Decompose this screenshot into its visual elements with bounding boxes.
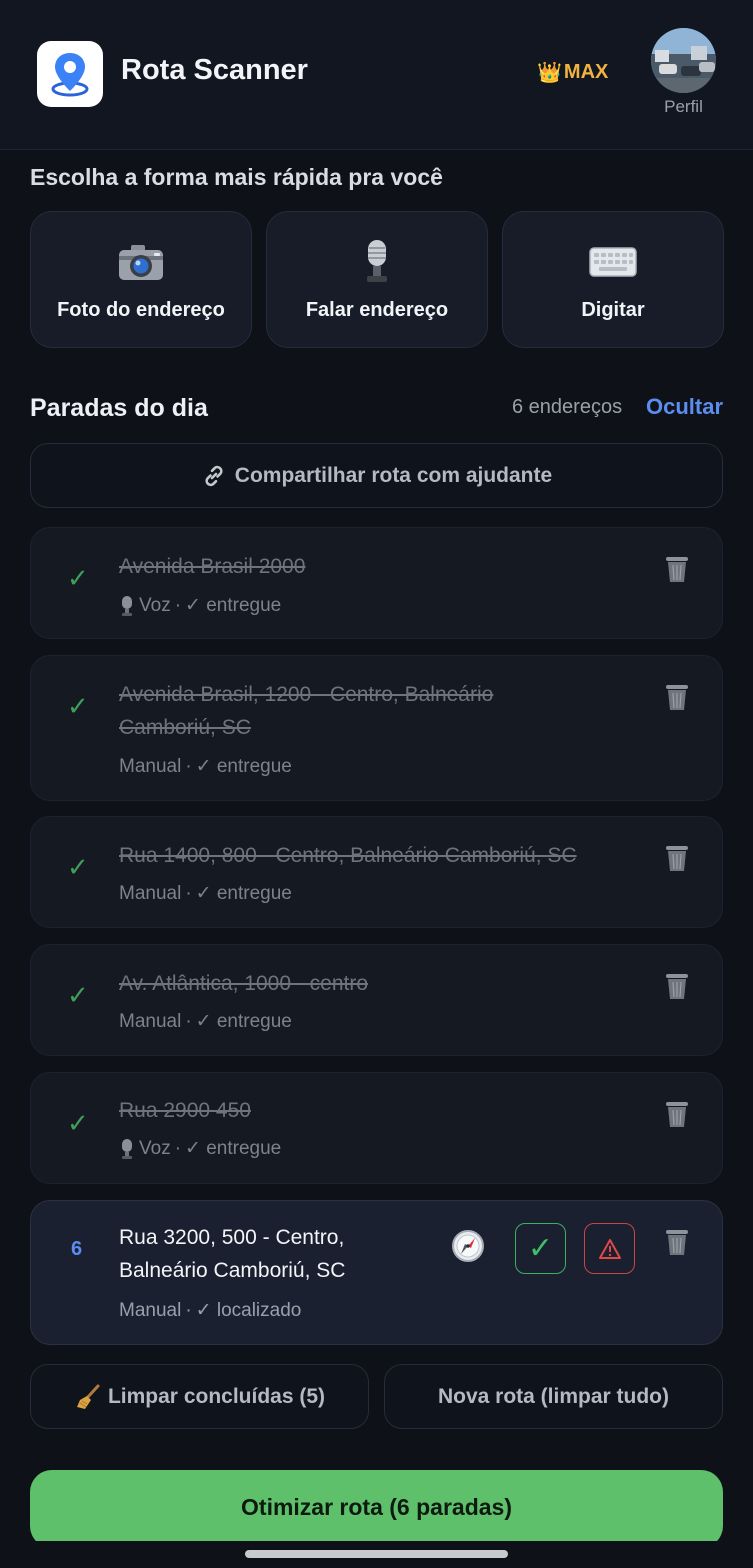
- photo-address-label: Foto do endereço: [57, 299, 225, 321]
- stops-count: 6 endereços: [512, 396, 623, 418]
- check-icon: ✓: [67, 980, 89, 1010]
- speak-address-label: Falar endereço: [305, 299, 449, 321]
- meta-separator: ·: [174, 1137, 182, 1159]
- stop-status: ✓ localizado: [195, 1300, 302, 1321]
- map-pin-logo-icon: [51, 53, 89, 97]
- new-route-label: Nova rota (limpar tudo): [437, 1384, 669, 1408]
- stop-card[interactable]: ✓ Rua 2900 450 Voz · ✓ entregue: [30, 1072, 723, 1184]
- microphone-icon: [122, 1138, 132, 1159]
- methods-section-title: Escolha a forma mais rápida pra você: [30, 164, 443, 190]
- photo-address-button[interactable]: Foto do endereço: [30, 211, 252, 348]
- stop-status: ✓ entregue: [195, 883, 292, 904]
- trash-icon[interactable]: [664, 554, 690, 584]
- trash-icon[interactable]: [664, 682, 690, 712]
- stop-address: Rua 1400, 800 - Centro, Balneário Cambor…: [119, 844, 577, 867]
- broom-icon: [76, 1384, 100, 1409]
- stops-title: Paradas do dia: [30, 394, 208, 422]
- speak-address-button[interactable]: Falar endereço: [266, 211, 488, 348]
- stop-status: ✓ entregue: [185, 595, 282, 616]
- plan-badge[interactable]: 👑 MAX: [537, 60, 608, 85]
- meta-separator: ·: [185, 882, 192, 904]
- meta-separator: ·: [185, 755, 192, 777]
- stop-status: ✓ entregue: [195, 1011, 292, 1032]
- crown-icon: 👑: [537, 62, 562, 84]
- optimize-route-button[interactable]: Otimizar rota (6 paradas): [30, 1470, 723, 1548]
- trash-icon[interactable]: [664, 1227, 690, 1257]
- check-icon: ✓: [527, 1232, 554, 1265]
- stop-number: 6: [71, 1238, 83, 1260]
- microphone-icon: [122, 595, 132, 616]
- profile-label[interactable]: Perfil: [651, 97, 716, 117]
- clear-completed-button[interactable]: Limpar concluídas (5): [30, 1364, 369, 1429]
- stop-card[interactable]: ✓ Avenida Brasil, 1200 - Centro, Balneár…: [30, 655, 723, 801]
- check-icon: ✓: [67, 563, 89, 593]
- stop-source: Voz: [139, 1137, 171, 1159]
- trash-icon[interactable]: [664, 971, 690, 1001]
- mark-delivered-button[interactable]: ✓: [515, 1223, 566, 1274]
- avatar[interactable]: [651, 28, 716, 93]
- warning-icon: [598, 1238, 621, 1259]
- link-icon: [205, 465, 223, 486]
- stop-source: Manual: [119, 1299, 182, 1321]
- trash-icon[interactable]: [664, 843, 690, 873]
- avatar-photo: [651, 28, 716, 93]
- stop-source: Manual: [119, 1010, 182, 1032]
- meta-separator: ·: [174, 594, 182, 616]
- share-route-button[interactable]: Compartilhar rota com ajudante: [30, 443, 723, 508]
- type-address-button[interactable]: Digitar: [502, 211, 724, 348]
- check-icon: ✓: [67, 691, 89, 721]
- stop-source: Manual: [119, 755, 182, 777]
- microphone-icon: [362, 240, 392, 284]
- new-route-button[interactable]: Nova rota (limpar tudo): [384, 1364, 723, 1429]
- stop-address: Rua 3200, 500 - Centro, Balneário Cambor…: [119, 1226, 346, 1282]
- home-indicator[interactable]: [245, 1550, 508, 1558]
- stop-meta: Manual · ✓ entregue: [119, 882, 292, 905]
- plan-badge-label: MAX: [563, 61, 609, 83]
- stop-meta: Manual · ✓ localizado: [119, 1299, 301, 1322]
- report-problem-button[interactable]: [584, 1223, 635, 1274]
- stop-meta: Manual · ✓ entregue: [119, 1010, 292, 1033]
- stop-meta: Voz · ✓ entregue: [119, 1137, 281, 1160]
- app-logo: [37, 41, 103, 107]
- type-address-label: Digitar: [581, 299, 645, 321]
- stop-card[interactable]: ✓ Av. Atlântica, 1000 - centro Manual · …: [30, 944, 723, 1056]
- stop-card-active[interactable]: 6 Rua 3200, 500 - Centro, Balneário Camb…: [30, 1200, 723, 1345]
- check-icon: ✓: [67, 1108, 89, 1138]
- app-title: Rota Scanner: [121, 54, 308, 86]
- stop-address: Avenida Brasil, 1200 - Centro, Balneário…: [119, 683, 494, 739]
- stop-address: Rua 2900 450: [119, 1099, 251, 1122]
- stop-card[interactable]: ✓ Rua 1400, 800 - Centro, Balneário Camb…: [30, 816, 723, 928]
- stop-status: ✓ entregue: [185, 1138, 282, 1159]
- camera-icon: [117, 240, 165, 284]
- stop-card[interactable]: ✓ Avenida Brasil 2000 Voz · ✓ entregue: [30, 527, 723, 639]
- stop-address: Av. Atlântica, 1000 - centro: [119, 972, 369, 995]
- meta-separator: ·: [185, 1299, 192, 1321]
- stop-status: ✓ entregue: [195, 756, 292, 777]
- trash-icon[interactable]: [664, 1099, 690, 1129]
- stop-meta: Voz · ✓ entregue: [119, 594, 281, 617]
- app-header: Rota Scanner 👑 MAX Perfil: [0, 0, 753, 150]
- keyboard-icon: [589, 240, 637, 284]
- stop-address: Avenida Brasil 2000: [119, 555, 306, 578]
- optimize-route-label: Otimizar rota (6 paradas): [241, 1494, 512, 1520]
- compass-navigate-icon[interactable]: [451, 1229, 485, 1263]
- stop-meta: Manual · ✓ entregue: [119, 755, 292, 778]
- check-icon: ✓: [67, 852, 89, 882]
- stop-source: Voz: [139, 594, 171, 616]
- share-route-label: Compartilhar rota com ajudante: [234, 463, 553, 487]
- hide-stops-link[interactable]: Ocultar: [646, 394, 723, 420]
- clear-completed-label: Limpar concluídas (5): [107, 1384, 326, 1408]
- stop-source: Manual: [119, 882, 182, 904]
- meta-separator: ·: [185, 1010, 192, 1032]
